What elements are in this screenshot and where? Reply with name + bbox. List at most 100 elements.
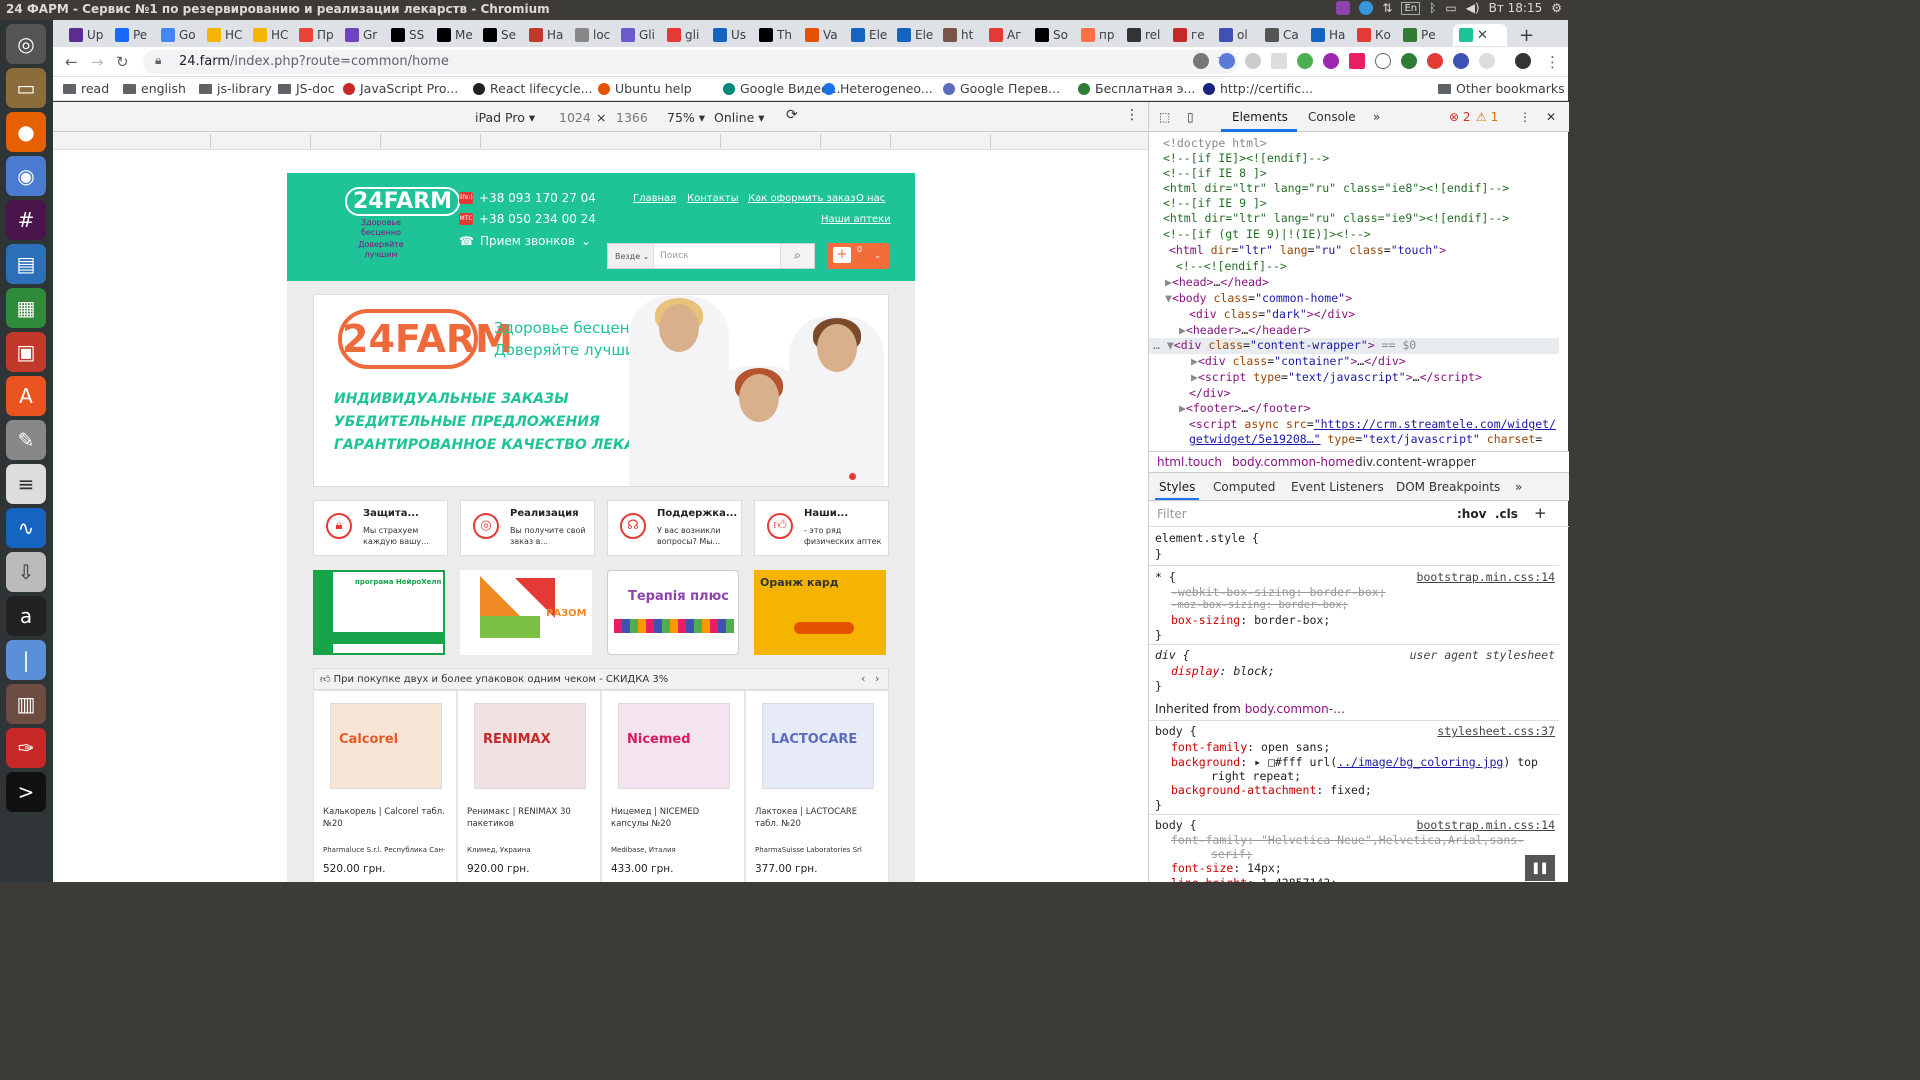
browser-tab[interactable]: НС: [253, 24, 295, 46]
crumb-html[interactable]: html.touch: [1157, 455, 1222, 469]
extension-icon[interactable]: [1401, 53, 1417, 69]
browser-tab[interactable]: So: [1035, 24, 1077, 46]
address-bar[interactable]: 🔒︎ 24.farm/index.php?route=common/home ☆: [143, 50, 1238, 74]
dash-icon[interactable]: ◎: [6, 24, 46, 64]
browser-tab[interactable]: ге: [1173, 24, 1215, 46]
reload-icon[interactable]: ↻: [116, 53, 129, 71]
firefox-icon[interactable]: ●: [6, 112, 46, 152]
dom-line[interactable]: ▶<footer>…</footer>: [1149, 401, 1311, 417]
network-throttle-select[interactable]: Online ▾: [714, 110, 765, 125]
search-scope-select[interactable]: Везде ⌄: [608, 244, 654, 268]
nav-pharmacies-link[interactable]: Наши аптеки: [821, 214, 891, 225]
settings-gear-icon[interactable]: ⚙: [1551, 1, 1562, 15]
browser-tab[interactable]: Go: [161, 24, 203, 46]
hov-toggle[interactable]: :hov: [1457, 507, 1486, 521]
zoom-select[interactable]: 75% ▾: [667, 110, 705, 125]
hero-banner[interactable]: 24FARM Здоровье бесценно Доверяйте лучшим…: [313, 294, 889, 487]
dom-line[interactable]: <!doctype html>: [1149, 136, 1267, 152]
extension-icon[interactable]: [1375, 53, 1391, 69]
browser-tab[interactable]: rel: [1127, 24, 1169, 46]
back-arrow-icon[interactable]: ←: [65, 53, 78, 71]
bookmark-item[interactable]: http://certific...: [1203, 81, 1313, 96]
device-select[interactable]: iPad Pro ▾: [475, 110, 535, 125]
browser-tab[interactable]: ht: [943, 24, 985, 46]
filter-input[interactable]: Filter: [1157, 507, 1187, 521]
dom-line[interactable]: <!--[if IE 8 ]>: [1149, 166, 1267, 182]
browser-tab[interactable]: пр: [1081, 24, 1123, 46]
dom-line[interactable]: <html dir="ltr" lang="ru" class="touch">: [1149, 243, 1446, 259]
feature-card-support[interactable]: ☊ Поддержка... У вас возникли вопросы? Мы.…: [607, 500, 742, 556]
browser-tab[interactable]: Ме: [437, 24, 479, 46]
close-icon[interactable]: ✕: [1546, 110, 1556, 124]
browser-tab[interactable]: На: [1311, 24, 1353, 46]
more-tabs-icon[interactable]: »: [1515, 480, 1522, 494]
dom-line[interactable]: ▶<script type="text/javascript">…</scrip…: [1149, 370, 1482, 386]
browser-tab[interactable]: Up: [69, 24, 111, 46]
tab-event-listeners[interactable]: Event Listeners: [1291, 480, 1384, 494]
pdf-viewer-icon[interactable]: ✑: [6, 728, 46, 768]
browser-tab[interactable]: Ele: [897, 24, 939, 46]
extension-icon[interactable]: [1193, 53, 1209, 69]
bookmark-item[interactable]: JS-doc: [278, 81, 335, 96]
device-height-field[interactable]: 1366: [616, 110, 648, 125]
bluetooth-icon[interactable]: ᛒ: [1429, 1, 1436, 15]
amazon-icon[interactable]: a: [6, 596, 46, 636]
dom-line[interactable]: ▶<head>…</head>: [1149, 275, 1269, 291]
browser-tab[interactable]: Пр: [299, 24, 341, 46]
browser-tab[interactable]: Gr: [345, 24, 387, 46]
product-image[interactable]: Calcorel: [330, 703, 442, 789]
slack-icon[interactable]: #: [6, 200, 46, 240]
pause-icon[interactable]: ❚❚: [1525, 855, 1555, 881]
browser-tab[interactable]: loc: [575, 24, 617, 46]
clock[interactable]: Вт 18:15: [1489, 1, 1543, 15]
bookmark-item[interactable]: js-library: [199, 81, 272, 96]
terminal-icon[interactable]: >: [6, 772, 46, 812]
device-toggle-icon[interactable]: ▯: [1187, 110, 1194, 124]
product-image[interactable]: RENIMAX: [474, 703, 586, 789]
impress-icon[interactable]: ▣: [6, 332, 46, 372]
dom-line[interactable]: <!--[if IE]><![endif]-->: [1149, 151, 1329, 167]
device-width-field[interactable]: 1024: [559, 110, 591, 125]
extension-icon[interactable]: [1453, 53, 1469, 69]
telegram-icon[interactable]: [1359, 1, 1374, 15]
product-image[interactable]: LACTOCARE: [762, 703, 874, 789]
tab-active[interactable]: ✕: [1453, 24, 1507, 46]
dom-line[interactable]: ▶<div class="container">…</div>: [1149, 354, 1406, 370]
crumb-body[interactable]: body.common-home: [1232, 455, 1354, 469]
keyboard-layout[interactable]: En: [1401, 1, 1421, 15]
installer-icon[interactable]: ⇩: [6, 552, 46, 592]
dom-line[interactable]: <!--<![endif]-->: [1149, 259, 1287, 275]
files-icon[interactable]: ▭: [6, 68, 46, 108]
warning-count[interactable]: ⚠ 1: [1476, 110, 1498, 124]
bookmark-item[interactable]: React lifecycle...: [473, 81, 592, 96]
bookmark-item[interactable]: Ubuntu help: [598, 81, 692, 96]
devtools-menu-icon[interactable]: ⋮: [1519, 110, 1531, 124]
browser-tab[interactable]: Th: [759, 24, 801, 46]
dom-line[interactable]: ▶<header>…</header>: [1149, 323, 1311, 339]
dom-line[interactable]: ▼<body class="common-home">: [1149, 291, 1352, 307]
rule-source-link[interactable]: bootstrap.min.css:14: [1417, 570, 1555, 584]
tab-console[interactable]: Console: [1308, 110, 1356, 124]
menu-kebab-icon[interactable]: ⋮: [1545, 53, 1560, 71]
extension-icon[interactable]: [1219, 53, 1235, 69]
tab-styles[interactable]: Styles: [1159, 480, 1195, 494]
dom-line[interactable]: <!--[if IE 9 ]>: [1149, 196, 1267, 212]
tab-elements[interactable]: Elements: [1232, 110, 1288, 124]
profile-avatar[interactable]: [1515, 53, 1531, 69]
product-image[interactable]: Nicemed: [618, 703, 730, 789]
books-icon[interactable]: ▥: [6, 684, 46, 724]
browser-tab[interactable]: Ко: [1357, 24, 1399, 46]
dom-line[interactable]: </div>: [1149, 386, 1231, 402]
media-query-ruler[interactable]: [53, 132, 1148, 150]
cls-toggle[interactable]: .cls: [1495, 507, 1518, 521]
extension-icon[interactable]: [1427, 53, 1443, 69]
browser-tab[interactable]: Ре: [1403, 24, 1445, 46]
tab-computed[interactable]: Computed: [1213, 480, 1275, 494]
browser-tab[interactable]: ol: [1219, 24, 1261, 46]
bookmark-item[interactable]: english: [123, 81, 186, 96]
extension-icon[interactable]: [1245, 53, 1261, 69]
chromium-icon[interactable]: ◉: [6, 156, 46, 196]
new-tab-button[interactable]: +: [1519, 24, 1534, 46]
software-center-icon[interactable]: A: [6, 376, 46, 416]
browser-tab[interactable]: Аг: [989, 24, 1031, 46]
